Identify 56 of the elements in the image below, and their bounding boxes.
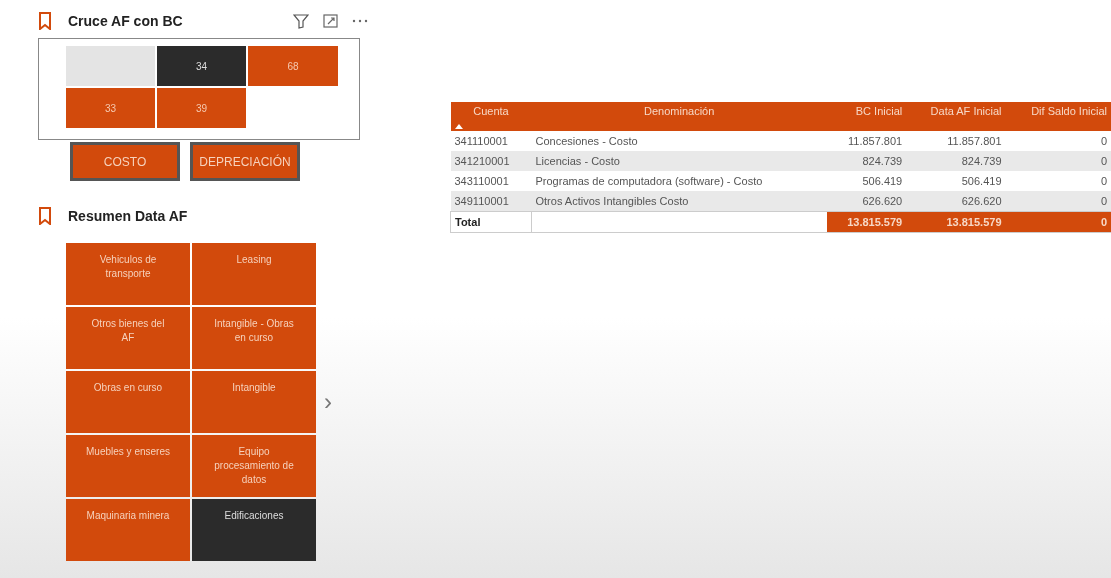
slicer-tile[interactable] [66,46,155,86]
table-cell: 0 [1005,151,1111,171]
table-cell: 824.739 [826,151,907,171]
column-header[interactable]: Dif Saldo Inicial [1005,102,1111,131]
bookmark-icon [38,207,52,225]
bookmark-icon [38,12,52,30]
table-cell: 626.620 [906,191,1006,212]
slicer-tile[interactable]: 34 [157,46,246,86]
table-cell: Otros Activos Intangibles Costo [531,191,827,212]
table-cell: 349110001 [450,191,532,212]
slicer-tile[interactable]: Maquinaria minera [66,499,190,561]
slicer-tile[interactable]: Equipo procesamiento de datos [192,435,316,497]
slicer-tile[interactable]: Intangible - Obras en curso [192,307,316,369]
slicer-tile[interactable]: Muebles y enseres [66,435,190,497]
slicer-tile[interactable]: Obras en curso [66,371,190,433]
table-cell: Licencias - Costo [531,151,827,171]
selection-frame[interactable]: 34 68 33 39 [38,38,360,140]
column-header[interactable]: Data AF Inicial [906,102,1006,131]
total-cell: 13.815.579 [826,211,907,233]
table-cell: 343110001 [450,171,532,191]
table-cell: 824.739 [906,151,1006,171]
slicer-tile[interactable]: 39 [157,88,246,128]
more-options-icon[interactable] [352,19,368,23]
table-cell: Concesiones - Costo [531,131,827,151]
column-header[interactable]: Denominación [531,102,827,131]
table-cell: 0 [1005,191,1111,212]
slicer-tile[interactable]: Vehiculos de transporte [66,243,190,305]
slicer-tile[interactable]: Leasing [192,243,316,305]
column-header[interactable]: Cuenta [450,102,532,131]
filter-button[interactable]: DEPRECIACIÓN [190,142,300,181]
column-header[interactable]: BC Inicial [826,102,907,131]
table-cell: 0 [1005,171,1111,191]
table-cell: 11.857.801 [906,131,1006,151]
slicer-tile[interactable]: Intangible [192,371,316,433]
table-cell: 341110001 [450,131,532,151]
table-cell: 341210001 [450,151,532,171]
visual-title: Resumen Data AF [68,208,188,224]
total-cell: 0 [1005,211,1111,233]
slicer-tile[interactable]: 68 [248,46,338,86]
filter-button[interactable]: COSTO [70,142,180,181]
focus-mode-icon[interactable] [323,14,338,28]
table-cell: 506.419 [906,171,1006,191]
table-cell: 0 [1005,131,1111,151]
sort-ascending-icon [454,124,463,129]
table-cell: 11.857.801 [826,131,907,151]
table-cell: Programas de computadora (software) - Costo [531,171,827,191]
table-cell: 626.620 [826,191,907,212]
visual-title: Cruce AF con BC [68,13,183,29]
total-label: Total [450,211,532,233]
slicer-tile[interactable]: Otros bienes del AF [66,307,190,369]
slicer-tile[interactable]: Edificaciones [192,499,316,561]
slicer-tile[interactable]: 33 [66,88,155,128]
filter-icon[interactable] [293,13,309,29]
table-cell: 506.419 [826,171,907,191]
total-cell: 13.815.579 [906,211,1006,233]
next-page-button[interactable]: › [324,388,332,416]
